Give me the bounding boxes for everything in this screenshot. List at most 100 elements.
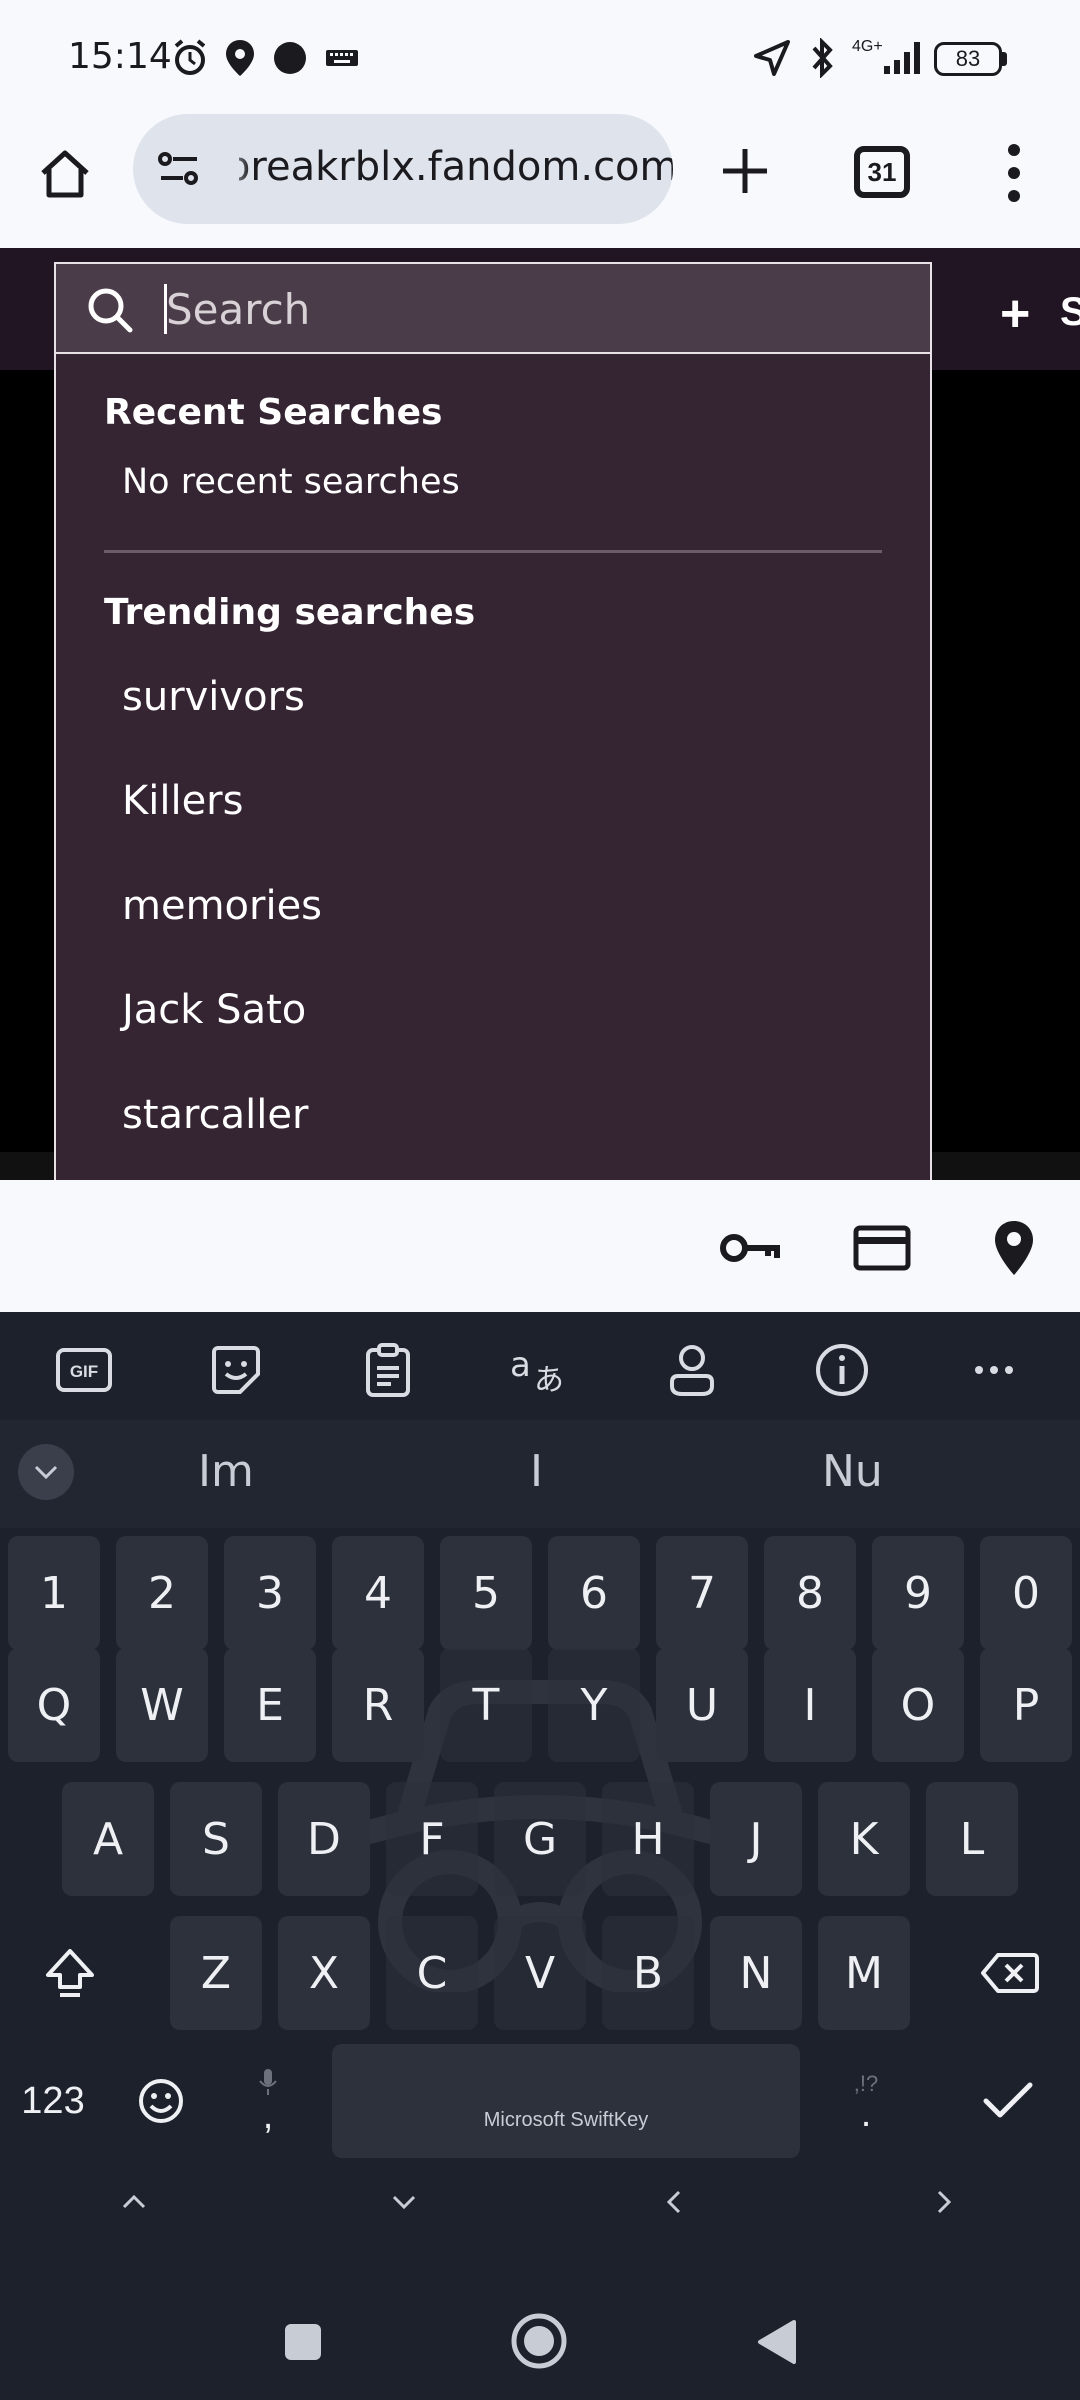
key-0[interactable]: 0 xyxy=(980,1536,1072,1650)
recents-button[interactable] xyxy=(270,2312,336,2372)
info-button[interactable] xyxy=(810,1338,874,1402)
key-6[interactable]: 6 xyxy=(548,1536,640,1650)
record-dot-icon xyxy=(274,42,306,74)
numbers-key[interactable]: 123 xyxy=(8,2044,98,2158)
search-input[interactable] xyxy=(166,278,906,340)
key-f[interactable]: F xyxy=(386,1782,478,1896)
clipboard-button[interactable] xyxy=(356,1338,420,1402)
shift-key[interactable] xyxy=(8,1916,132,2030)
back-button[interactable] xyxy=(744,2312,810,2372)
location-pin-icon xyxy=(226,40,254,76)
key-s[interactable]: S xyxy=(170,1782,262,1896)
key-v[interactable]: V xyxy=(494,1916,586,2030)
clock: 15:14 xyxy=(68,36,172,77)
cursor-up-button[interactable] xyxy=(104,2172,164,2232)
new-tab-button[interactable] xyxy=(710,136,780,206)
key-1[interactable]: 1 xyxy=(8,1536,100,1650)
key-e[interactable]: E xyxy=(224,1648,316,1762)
key-i[interactable]: I xyxy=(764,1648,856,1762)
web-page: + S Recent Searches No recent searches T… xyxy=(0,248,1080,1180)
key-t[interactable]: T xyxy=(440,1648,532,1762)
key-g[interactable]: G xyxy=(494,1782,586,1896)
suggestion-center[interactable]: I xyxy=(530,1446,543,1497)
key-d[interactable]: D xyxy=(278,1782,370,1896)
key-c[interactable]: C xyxy=(386,1916,478,2030)
key-l[interactable]: L xyxy=(926,1782,1018,1896)
passwords-button[interactable] xyxy=(718,1216,782,1280)
home-icon xyxy=(41,150,89,198)
key-2[interactable]: 2 xyxy=(116,1536,208,1650)
enter-key[interactable] xyxy=(946,2044,1070,2158)
addresses-button[interactable] xyxy=(982,1216,1046,1280)
comma-key[interactable]: , xyxy=(222,2044,314,2158)
emoji-key[interactable] xyxy=(120,2044,202,2158)
key-3[interactable]: 3 xyxy=(224,1536,316,1650)
payment-methods-button[interactable] xyxy=(850,1216,914,1280)
key-y[interactable]: Y xyxy=(548,1648,640,1762)
chevron-down-icon xyxy=(34,1465,58,1480)
key-n[interactable]: N xyxy=(710,1916,802,2030)
backspace-key[interactable] xyxy=(948,1916,1072,2030)
key-5[interactable]: 5 xyxy=(440,1536,532,1650)
tab-switcher-button[interactable]: 31 xyxy=(854,146,910,198)
more-options-button[interactable] xyxy=(962,1338,1026,1402)
create-plus-icon[interactable]: + xyxy=(1000,284,1030,344)
translate-button[interactable]: aあ xyxy=(508,1338,572,1402)
cursor-left-button[interactable] xyxy=(644,2172,704,2232)
cursor-right-button[interactable] xyxy=(914,2172,974,2232)
home-button[interactable] xyxy=(30,138,100,208)
key-p[interactable]: P xyxy=(980,1648,1072,1762)
square-icon xyxy=(285,2324,321,2360)
key-7[interactable]: 7 xyxy=(656,1536,748,1650)
key-9[interactable]: 9 xyxy=(872,1536,964,1650)
trending-item[interactable]: Jack Sato xyxy=(122,987,306,1033)
checkmark-icon xyxy=(983,2082,1033,2118)
trending-item[interactable]: starcaller xyxy=(122,1092,308,1138)
create-label[interactable]: S xyxy=(1060,290,1080,335)
key-m[interactable]: M xyxy=(818,1916,910,2030)
key-o[interactable]: O xyxy=(872,1648,964,1762)
person-icon xyxy=(670,1345,714,1396)
key-u[interactable]: U xyxy=(656,1648,748,1762)
browser-toolbar: breakrblx.fandom.com 31 xyxy=(0,108,1080,248)
space-bar-label: Microsoft SwiftKey xyxy=(483,2109,649,2131)
key-q[interactable]: Q xyxy=(8,1648,100,1762)
back-triangle-icon xyxy=(758,2320,796,2364)
key-z[interactable]: Z xyxy=(170,1916,262,2030)
key-h[interactable]: H xyxy=(602,1782,694,1896)
collapse-toolbar-button[interactable] xyxy=(18,1444,74,1500)
site-settings-icon[interactable] xyxy=(155,144,205,194)
cursor-down-button[interactable] xyxy=(374,2172,434,2232)
url-text[interactable]: breakrblx.fandom.com xyxy=(239,144,673,190)
space-bar[interactable]: Microsoft SwiftKey xyxy=(332,2044,800,2158)
trending-item[interactable]: survivors xyxy=(122,674,305,720)
suggestion-right[interactable]: Nu xyxy=(822,1446,883,1497)
swiftkey-keyboard: GIF aあ Im I Nu 1 2 3 4 5 6 7 8 9 0 Q W E… xyxy=(0,1312,1080,2312)
key-j[interactable]: J xyxy=(710,1782,802,1896)
trending-item[interactable]: memories xyxy=(122,883,322,929)
key-k[interactable]: K xyxy=(818,1782,910,1896)
clipboard-icon xyxy=(366,1343,410,1397)
search-box[interactable] xyxy=(56,264,930,354)
key-r[interactable]: R xyxy=(332,1648,424,1762)
suggestion-left[interactable]: Im xyxy=(198,1446,254,1497)
key-x[interactable]: X xyxy=(278,1916,370,2030)
key-4[interactable]: 4 xyxy=(332,1536,424,1650)
key-icon xyxy=(720,1234,780,1262)
key-b[interactable]: B xyxy=(602,1916,694,2030)
bing-chat-button[interactable] xyxy=(660,1338,724,1402)
key-w[interactable]: W xyxy=(116,1648,208,1762)
microphone-icon xyxy=(259,2069,277,2095)
sticker-button[interactable] xyxy=(204,1338,268,1402)
recent-searches-title: Recent Searches xyxy=(104,392,443,433)
home-nav-button[interactable] xyxy=(506,2308,572,2374)
sticker-icon xyxy=(212,1346,260,1394)
period-label: . xyxy=(860,2093,872,2135)
period-key[interactable]: ,!? . xyxy=(820,2044,912,2158)
key-8[interactable]: 8 xyxy=(764,1536,856,1650)
trending-item[interactable]: Killers xyxy=(122,778,243,824)
key-a[interactable]: A xyxy=(62,1782,154,1896)
gif-button[interactable]: GIF xyxy=(52,1338,116,1402)
overflow-menu-button[interactable] xyxy=(990,138,1038,208)
address-bar[interactable]: breakrblx.fandom.com xyxy=(133,114,673,224)
